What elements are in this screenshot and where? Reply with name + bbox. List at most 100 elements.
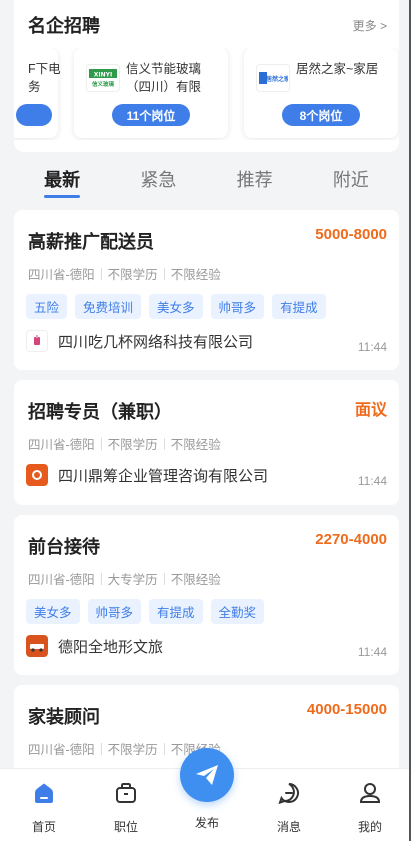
more-link[interactable]: 更多 > <box>353 17 387 34</box>
company-card[interactable]: XINYI 信义玻璃 信义节能玻璃（四川）有限 11个岗位 <box>74 48 228 138</box>
job-title: 招聘专员（兼职） <box>28 402 172 422</box>
nav-label: 消息 <box>276 820 301 834</box>
svg-text:居然之家: 居然之家 <box>266 75 288 83</box>
divider <box>100 267 102 280</box>
svg-text:XINYI: XINYI <box>94 72 112 79</box>
company-name: 四川吃几杯网络科技有限公司 <box>58 333 254 351</box>
nav-label: 发布 <box>194 816 219 830</box>
divider <box>163 267 165 280</box>
job-meta: 四川省-德阳 大专学历 不限经验 <box>28 569 221 588</box>
job-location: 四川省-德阳 <box>28 438 95 452</box>
job-tag: 五险 <box>26 294 68 319</box>
job-time: 11:44 <box>357 340 387 354</box>
job-experience: 不限经验 <box>170 438 221 452</box>
job-location: 四川省-德阳 <box>28 743 95 757</box>
job-experience: 不限经验 <box>170 268 221 282</box>
company-card[interactable]: F下电务 <box>14 48 61 138</box>
nav-label: 首页 <box>31 820 56 834</box>
job-card[interactable]: 前台接待 2270-4000 四川省-德阳 大专学历 不限经验 美女多 帅哥多 … <box>14 515 399 675</box>
juran-logo-icon: 居然之家 <box>259 72 288 84</box>
page: 名企招聘 更多 > F下电务 XINYI 信义玻璃 信义节能玻璃（四川）有限 1… <box>0 0 411 841</box>
company-card-jobs-button[interactable]: 11个岗位 <box>112 104 190 126</box>
job-time: 11:44 <box>357 645 387 659</box>
nav-home[interactable]: 首页 <box>14 779 74 835</box>
job-education: 不限学历 <box>107 743 158 757</box>
nav-messages[interactable]: 消息 <box>259 779 319 835</box>
job-tag: 帅哥多 <box>210 294 265 319</box>
job-experience: 不限经验 <box>170 573 221 587</box>
company-name: 四川鼎筹企业管理咨询有限公司 <box>58 467 269 485</box>
section-title: 名企招聘 <box>28 16 100 36</box>
nav-mine[interactable]: 我的 <box>340 779 400 835</box>
job-card[interactable]: 招聘专员（兼职） 面议 四川省-德阳 不限学历 不限经验 四川鼎筹企业管理咨询有… <box>14 380 399 505</box>
nav-label: 我的 <box>357 820 382 834</box>
cup-icon <box>34 335 40 345</box>
job-tag: 有提成 <box>149 599 203 624</box>
job-tag: 美女多 <box>26 599 80 624</box>
job-title: 高薪推广配送员 <box>28 232 154 252</box>
company-card-name: F下电务 <box>28 62 61 94</box>
company-logo: XINYI 信义玻璃 <box>86 64 120 92</box>
job-title: 前台接待 <box>28 537 100 557</box>
job-education: 不限学历 <box>107 438 158 452</box>
svg-text:信义玻璃: 信义玻璃 <box>92 80 115 88</box>
chat-icon <box>278 783 299 805</box>
job-tag: 有提成 <box>272 294 326 319</box>
paper-plane-icon <box>196 765 218 785</box>
divider <box>100 437 102 450</box>
nav-label: 职位 <box>113 820 138 834</box>
job-education: 不限学历 <box>107 268 158 282</box>
company-name: 德阳全地形文旅 <box>58 638 164 656</box>
divider <box>163 572 165 585</box>
nav-jobs[interactable]: 职位 <box>96 779 156 835</box>
job-company[interactable]: 四川鼎筹企业管理咨询有限公司 <box>26 464 268 486</box>
job-tag: 全勤奖 <box>210 599 265 624</box>
job-salary: 5000-8000 <box>315 226 387 243</box>
job-salary: 4000-15000 <box>306 701 387 718</box>
company-logo <box>26 464 48 486</box>
job-card[interactable]: 高薪推广配送员 5000-8000 四川省-德阳 不限学历 不限经验 五险 免费… <box>14 210 399 370</box>
tab-latest[interactable]: 最新 <box>14 160 110 204</box>
job-company[interactable]: 德阳全地形文旅 <box>26 635 163 657</box>
job-meta: 四川省-德阳 不限学历 不限经验 <box>28 434 221 453</box>
job-tag: 帅哥多 <box>87 599 142 624</box>
company-carousel[interactable]: F下电务 XINYI 信义玻璃 信义节能玻璃（四川）有限 11个岗位 居然之家 … <box>14 48 399 140</box>
job-tag: 美女多 <box>149 294 203 319</box>
feed-tabs: 最新 紧急 推荐 附近 <box>14 160 399 204</box>
company-card-name: 信义节能玻璃（四川）有限 <box>126 62 202 94</box>
emblem-icon <box>32 470 42 480</box>
famous-header: 名企招聘 更多 > <box>28 10 387 40</box>
tab-label: 附近 <box>332 170 369 190</box>
tab-label: 推荐 <box>236 170 273 190</box>
user-icon <box>359 783 381 803</box>
job-location: 四川省-德阳 <box>28 573 95 587</box>
company-card-jobs-button[interactable] <box>16 104 52 126</box>
job-salary: 面议 <box>354 402 387 419</box>
job-tags: 五险 免费培训 美女多 帅哥多 有提成 <box>26 294 326 319</box>
vehicle-icon <box>30 644 44 652</box>
company-logo <box>26 330 48 352</box>
divider <box>100 742 102 755</box>
job-time: 11:44 <box>357 474 387 488</box>
tab-label: 紧急 <box>140 170 177 190</box>
publish-button[interactable] <box>180 748 234 802</box>
tab-label: 最新 <box>44 170 81 190</box>
divider <box>100 572 102 585</box>
job-tag: 免费培训 <box>75 294 142 319</box>
company-card-name: 居然之家~家居 <box>296 62 379 76</box>
job-education: 大专学历 <box>107 573 158 587</box>
famous-companies-section: 名企招聘 更多 > F下电务 XINYI 信义玻璃 信义节能玻璃（四川）有限 1… <box>14 0 399 152</box>
company-card[interactable]: 居然之家 居然之家~家居 8个岗位 <box>244 48 398 138</box>
job-meta: 四川省-德阳 不限学历 不限经验 <box>28 264 221 283</box>
tab-nearby[interactable]: 附近 <box>303 160 399 204</box>
briefcase-icon <box>116 783 136 803</box>
xinyi-logo-icon: XINYI 信义玻璃 <box>89 69 117 88</box>
job-company[interactable]: 四川吃几杯网络科技有限公司 <box>26 330 253 352</box>
tab-recommended[interactable]: 推荐 <box>207 160 303 204</box>
active-tab-indicator <box>44 195 81 198</box>
tab-urgent[interactable]: 紧急 <box>110 160 206 204</box>
divider <box>163 437 165 450</box>
job-title: 家装顾问 <box>28 707 100 727</box>
job-tags: 美女多 帅哥多 有提成 全勤奖 <box>26 599 265 624</box>
company-card-jobs-button[interactable]: 8个岗位 <box>282 104 360 126</box>
